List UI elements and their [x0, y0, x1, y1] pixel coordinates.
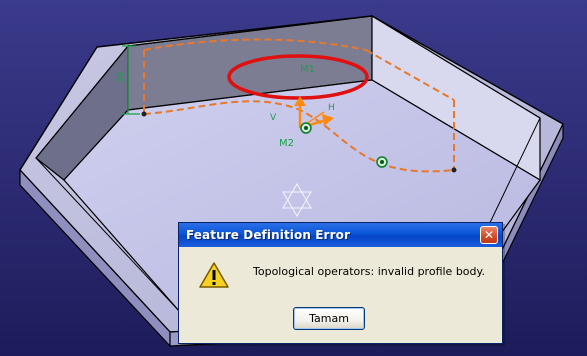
axis-label-h: H [328, 103, 335, 113]
close-button[interactable]: ✕ [480, 226, 498, 244]
dimension-value: 30 [116, 71, 126, 83]
constraint-label-m1: M1 [300, 64, 315, 75]
constraint-label-m2: M2 [279, 138, 294, 149]
feature-definition-error-dialog[interactable]: Feature Definition Error ✕ Topological o… [178, 222, 503, 344]
ok-button[interactable]: Tamam [293, 307, 365, 330]
axis-label-v: V [270, 113, 277, 123]
profile-endpoint-left[interactable] [141, 111, 147, 117]
ok-button-label: Tamam [309, 312, 349, 325]
warning-icon [199, 262, 229, 288]
close-icon: ✕ [483, 228, 495, 242]
error-message: Topological operators: invalid profile b… [253, 265, 485, 278]
profile-endpoint-right[interactable] [451, 167, 457, 173]
dialog-titlebar[interactable]: Feature Definition Error ✕ [179, 223, 502, 247]
sketch-point-marker[interactable] [376, 156, 388, 168]
dialog-title: Feature Definition Error [186, 228, 350, 242]
